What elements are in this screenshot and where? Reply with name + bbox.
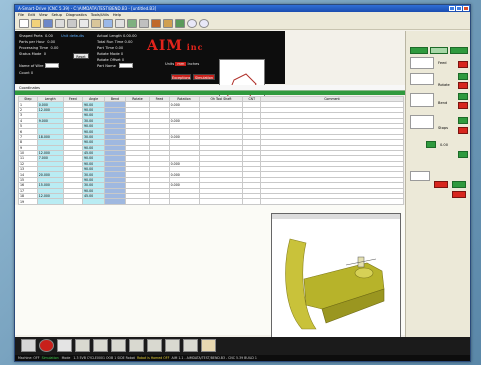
field-part-name: Part Name xyxy=(97,64,116,68)
bottom-action-bar xyxy=(15,337,470,355)
units-mm-toggle[interactable]: mm xyxy=(175,62,187,66)
window-title: A-Smart-Drive (CNC 5.39) - C:\AIMDATA\TE… xyxy=(15,5,470,12)
exceptions-button[interactable]: Exceptions xyxy=(171,74,191,80)
readout-shaped-parts: Shaped Parts 0.00 xyxy=(19,34,53,38)
estop-button-icon[interactable] xyxy=(39,339,54,352)
new-icon[interactable] xyxy=(19,19,29,28)
status-bar: Machine: OFF Simulation Mode 1.3 5VB CYC… xyxy=(15,355,470,361)
field-part-name-input[interactable] xyxy=(119,63,133,68)
stops-plus-button[interactable] xyxy=(458,117,468,124)
feed-diagram xyxy=(410,57,434,69)
readout-rotate-offset: Rotate Offset 0 xyxy=(97,58,125,62)
prog-button-icon[interactable] xyxy=(201,339,216,352)
rotate-label: Rotate xyxy=(438,83,450,87)
undo-icon[interactable] xyxy=(103,19,113,28)
stops-diagram xyxy=(410,115,434,129)
close-button[interactable] xyxy=(463,6,469,11)
calibrate-button-icon[interactable] xyxy=(165,339,180,352)
feed-back-button[interactable] xyxy=(450,47,468,54)
feed-mid-button[interactable] xyxy=(430,47,448,54)
copy-icon[interactable] xyxy=(79,19,89,28)
status-mode-indicator: Simulation xyxy=(41,356,59,360)
status-version: AIM 1.1 - AIMDATA/TEST/BEND.B3 - CNC 5.3… xyxy=(171,356,257,360)
cut-icon[interactable] xyxy=(67,19,77,28)
field-name-of-wire: Name of Wire xyxy=(19,64,44,68)
readout-actual-length: Actual Length 0.00.00 xyxy=(97,34,137,38)
machine-control-panel: Feed Rotate Bend Stops 0.00 xyxy=(405,31,470,337)
clamp-close-button[interactable] xyxy=(452,181,466,188)
readout-part-time: Part Time 0.00 xyxy=(97,46,124,50)
readout-total-run-time: Total Run Time 0.00 xyxy=(97,40,133,44)
data-button-icon[interactable] xyxy=(129,339,144,352)
field-name-of-wire-input[interactable] xyxy=(45,63,59,68)
field-count: Count 0 xyxy=(19,71,34,75)
program-button-icon[interactable] xyxy=(93,339,108,352)
bend-plus-button[interactable] xyxy=(458,93,468,100)
feed-stop-button[interactable] xyxy=(458,61,468,68)
units-inches-option[interactable]: Inches xyxy=(188,62,200,66)
minimize-button[interactable] xyxy=(449,6,455,11)
machine-readout-panel: Shaped Parts 0.00 Parts per Hour 0.00 Pr… xyxy=(15,31,285,108)
bend-label: Bend xyxy=(438,101,448,105)
help-icon[interactable] xyxy=(187,19,197,28)
clamp-diagram xyxy=(410,171,430,181)
application-window: A-Smart-Drive (CNC 5.39) - C:\AIMDATA\TE… xyxy=(14,4,471,362)
readout-status-mode: Status Mode 0 xyxy=(19,52,46,56)
status-alert: Robot is Homed OFF xyxy=(136,356,170,360)
open-icon[interactable] xyxy=(31,19,41,28)
simulation-button[interactable]: Simulation xyxy=(193,74,215,80)
jog-value: 0.00 xyxy=(440,143,449,147)
simulation-viewport xyxy=(271,213,401,339)
window-controls xyxy=(449,6,469,11)
camera-icon[interactable] xyxy=(175,19,185,28)
program-header-bar xyxy=(15,91,405,95)
save-icon[interactable] xyxy=(43,19,53,28)
table-body: 1 0.000 90.00 0.000 2 12.000 90.00 3 90.00 4 9.000… xyxy=(18,101,404,211)
settings-icon[interactable] xyxy=(127,19,137,28)
setup-button-icon[interactable] xyxy=(183,339,198,352)
aim-logo: AIM inc xyxy=(147,38,204,54)
jog-plus-button[interactable] xyxy=(426,141,436,148)
rotate-diagram xyxy=(410,73,434,85)
about-icon[interactable] xyxy=(199,19,209,28)
stops-stop-button[interactable] xyxy=(458,127,468,134)
window-title-text: A-Smart-Drive (CNC 5.39) - C:\AIMDATA\TE… xyxy=(18,6,157,11)
status-machine: Machine: OFF xyxy=(18,356,40,360)
run-icon[interactable] xyxy=(139,19,149,28)
feed-forward-button[interactable] xyxy=(410,47,428,54)
tab-coordinates[interactable]: Coordinates xyxy=(19,86,40,90)
manual-button-icon[interactable] xyxy=(57,339,72,352)
rotate-stop-button[interactable] xyxy=(458,82,468,89)
readout-accent: Unit defaults xyxy=(61,34,84,38)
bend-program-table: Step Length Feed Angle Bend Rotate Feed … xyxy=(18,95,404,211)
stop-icon[interactable] xyxy=(151,19,161,28)
graph-icon[interactable] xyxy=(115,19,125,28)
bend-stop-button[interactable] xyxy=(458,102,468,109)
bend-diagram xyxy=(410,93,434,107)
stops-label: Stops xyxy=(438,126,449,130)
tool-button-icon[interactable] xyxy=(111,339,126,352)
aux-plus-button[interactable] xyxy=(458,151,468,158)
readout-parts-per-hour: Parts per Hour 0.00 xyxy=(19,40,56,44)
status-info: 1.3 5VB CYCLE0001 OOB 1 SIDE Robot xyxy=(73,356,135,360)
graph-button-icon[interactable] xyxy=(147,339,162,352)
units-mode: Units mm Inches xyxy=(165,62,200,66)
feed-label: Feed xyxy=(438,61,447,65)
status-mode-label: Mode xyxy=(61,356,71,360)
home-button-icon[interactable] xyxy=(75,339,90,352)
readout-processing-time: Processing Time 0.00 xyxy=(19,46,59,50)
reset-button[interactable]: Reset xyxy=(73,53,89,59)
maximize-button[interactable] xyxy=(456,6,462,11)
paste-icon[interactable] xyxy=(91,19,101,28)
clamp-stop-button[interactable] xyxy=(452,191,466,198)
bender-3d-model xyxy=(272,219,400,338)
rotate-plus-button[interactable] xyxy=(458,73,468,80)
clamp-open-button[interactable] xyxy=(434,181,448,188)
stop-button-icon[interactable] xyxy=(21,339,36,352)
print-icon[interactable] xyxy=(55,19,65,28)
toolbar xyxy=(15,18,470,30)
tools-icon[interactable] xyxy=(163,19,173,28)
readout-rotate-mode: Rotate Mode 0 xyxy=(97,52,124,56)
